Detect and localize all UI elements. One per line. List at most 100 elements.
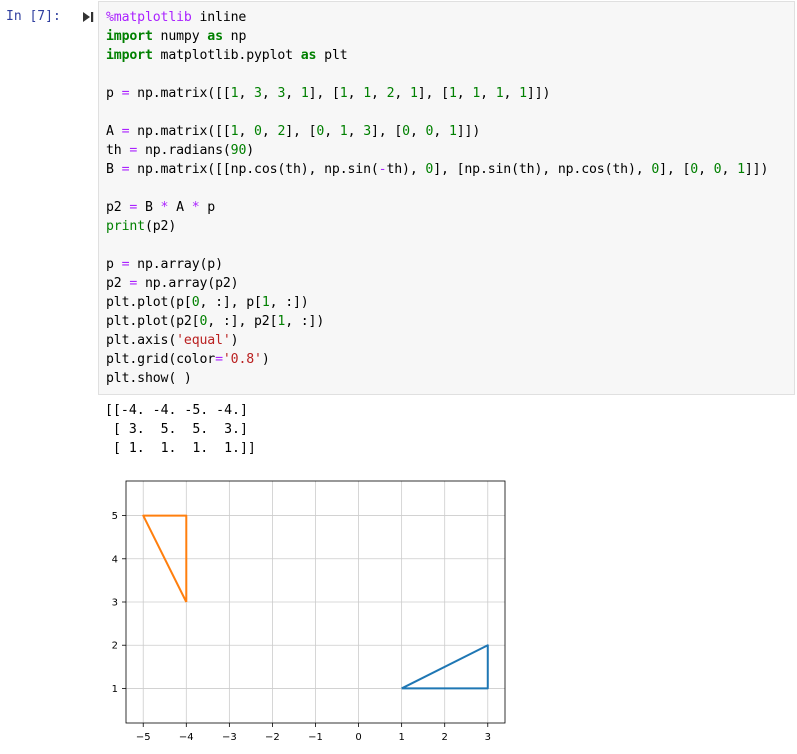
code-token: ]]): [456, 124, 481, 139]
x-tick-label: −1: [308, 732, 323, 743]
x-tick-label: −4: [179, 732, 194, 743]
code-token: np: [222, 29, 247, 44]
x-tick-label: 2: [442, 732, 448, 743]
code-token: 1: [495, 86, 504, 101]
code-editor[interactable]: %matplotlib inline import numpy as np impo…: [106, 8, 768, 388]
code-token: 'equal': [176, 333, 231, 348]
code-token: ], [: [417, 86, 449, 101]
code-token: 1: [261, 295, 270, 310]
code-token: , :]): [285, 314, 325, 329]
code-token: as: [300, 48, 317, 63]
code-token: p: [199, 200, 216, 215]
code-token: numpy: [152, 29, 208, 44]
code-token: ,: [409, 124, 426, 139]
code-token: ], [: [659, 162, 691, 177]
x-tick-label: 3: [485, 732, 491, 743]
code-token: np.array(p2): [137, 276, 239, 291]
code-token: =: [129, 200, 138, 215]
code-line: print(p2): [106, 217, 768, 236]
code-token: p2: [106, 200, 130, 215]
code-token: 1: [409, 86, 418, 101]
code-token: 1: [472, 86, 481, 101]
code-token: 1: [448, 86, 457, 101]
code-token: ): [246, 143, 255, 158]
code-token: ,: [370, 86, 387, 101]
code-line: plt.grid(color='0.8'): [106, 350, 768, 369]
code-token: plt.grid(color: [106, 352, 216, 367]
code-line: A = np.matrix([[1, 0, 2], [0, 1, 3], [0,…: [106, 122, 768, 141]
x-tick-label: 1: [398, 732, 404, 743]
code-token: ,: [285, 86, 301, 101]
code-token: , :], p2[: [207, 314, 278, 329]
code-token: np.array(p): [129, 257, 223, 272]
code-token: import: [106, 48, 153, 63]
code-token: 0: [690, 162, 699, 177]
code-token: inline: [191, 10, 247, 25]
code-token: 1: [448, 124, 457, 139]
code-token: ,: [721, 162, 738, 177]
plot-figure: −5 −4 −3 −2 −1 0 1 2 3 1 2 3 4 5: [112, 480, 506, 743]
code-token: =: [215, 352, 223, 367]
code-token: ]]): [526, 86, 551, 101]
y-tick-label: 4: [112, 554, 118, 565]
cell-output-text: [[-4. -4. -5. -4.] [ 3. 5. 5. 3.] [ 1. 1…: [105, 403, 256, 456]
code-line: %matplotlib inline: [106, 8, 768, 27]
code-token: as: [207, 29, 223, 44]
y-tick-label: 3: [112, 598, 118, 609]
code-line: plt.axis('equal'): [106, 331, 768, 350]
y-tick-label: 1: [112, 684, 118, 695]
cell-prompt: In [7]:: [6, 9, 61, 24]
code-token: 1: [339, 124, 348, 139]
y-tick-label: 2: [112, 641, 118, 652]
code-token: ): [261, 352, 270, 367]
code-line: plt.plot(p[0, :], p[1, :]): [106, 293, 768, 312]
code-token: =: [129, 143, 138, 158]
code-token: np.matrix([[: [129, 124, 231, 139]
code-token: ,: [261, 124, 278, 139]
code-token: ]]): [744, 162, 769, 177]
code-token: print: [106, 219, 145, 234]
x-tick-label: −2: [265, 732, 280, 743]
code-token: p: [106, 257, 122, 272]
code-token: ,: [261, 86, 278, 101]
code-token: 90: [230, 143, 247, 158]
y-tick-label: 5: [112, 511, 118, 522]
code-line: B = np.matrix([[np.cos(th), np.sin(-th),…: [106, 160, 768, 179]
code-token: ,: [238, 86, 255, 101]
code-token: plt.plot(p[: [106, 295, 192, 310]
code-line: p = np.matrix([[1, 3, 3, 1], [1, 1, 2, 1…: [106, 84, 768, 103]
code-token: , :]): [269, 295, 309, 310]
code-line: p = np.array(p): [106, 255, 768, 274]
code-token: ,: [394, 86, 410, 101]
code-token: ,: [347, 86, 364, 101]
code-token: ], [: [370, 124, 403, 139]
code-token: 0: [402, 124, 410, 139]
x-tick-label: −5: [136, 732, 151, 743]
code-line: import numpy as np: [106, 27, 768, 46]
code-token: '0.8': [222, 352, 262, 367]
code-token: ,: [433, 124, 449, 139]
code-token: ], [np.sin(th), np.cos(th),: [433, 162, 652, 177]
code-line: p2 = np.array(p2): [106, 274, 768, 293]
code-token: ,: [347, 124, 364, 139]
code-token: ], [: [308, 86, 340, 101]
run-cell-icon[interactable]: [81, 10, 95, 24]
code-token: 3: [363, 124, 371, 139]
code-line: p2 = B * A * p: [106, 198, 768, 217]
code-token: ): [230, 333, 239, 348]
x-tick-label: −3: [222, 732, 237, 743]
code-token: 3: [254, 86, 262, 101]
code-token: np.radians(: [137, 143, 231, 158]
code-token: 1: [339, 86, 348, 101]
code-token: 0: [254, 124, 262, 139]
code-cell-input[interactable]: %matplotlib inline import numpy as np impo…: [98, 1, 795, 395]
code-token: plt.plot(p2[: [106, 314, 200, 329]
code-token: ,: [456, 86, 473, 101]
code-token: A: [168, 200, 192, 215]
code-token: 0: [651, 162, 660, 177]
code-token: p2: [106, 276, 130, 291]
